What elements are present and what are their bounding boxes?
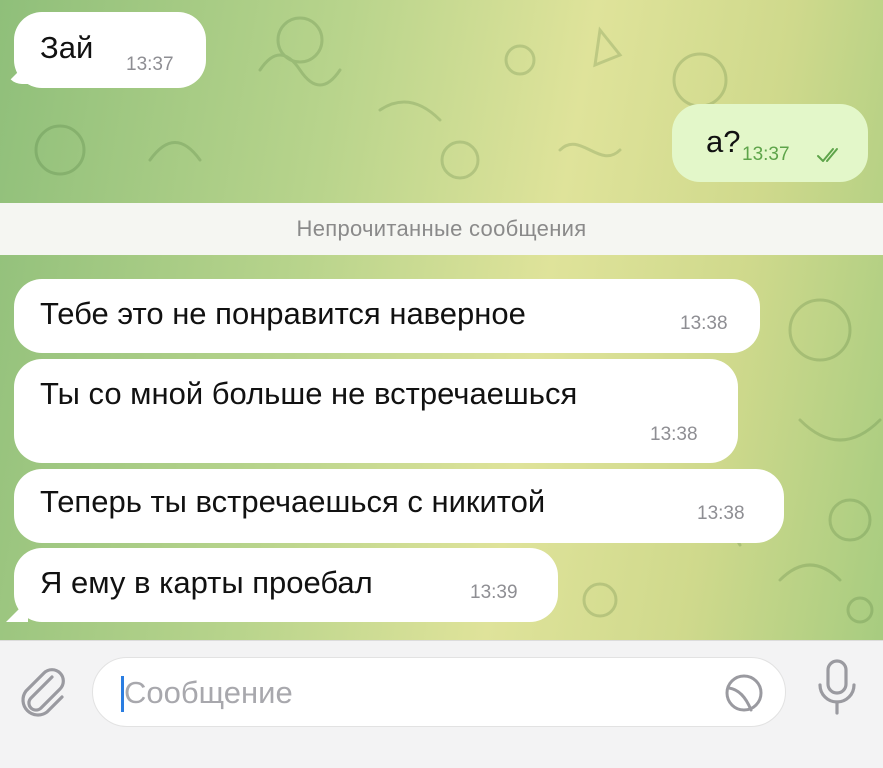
paperclip-icon bbox=[21, 668, 65, 717]
message-time: 13:38 bbox=[650, 424, 698, 445]
message-time: 13:37 bbox=[742, 144, 790, 165]
message-text: Теперь ты встречаешься с никитой bbox=[40, 484, 546, 519]
message-text: Тебе это не понравится наверное bbox=[40, 296, 526, 331]
message-text: Ты со мной больше не встречаешься bbox=[40, 376, 578, 411]
message-input[interactable] bbox=[124, 668, 684, 718]
message-bubble-incoming[interactable]: Теперь ты встречаешься с никитой 13:38 bbox=[14, 469, 784, 543]
microphone-icon bbox=[818, 659, 856, 715]
voice-message-button[interactable] bbox=[812, 657, 862, 719]
message-time: 13:38 bbox=[680, 313, 728, 334]
sticker-button[interactable] bbox=[721, 670, 767, 716]
message-bubble-outgoing[interactable]: а? 13:37 bbox=[672, 104, 868, 182]
message-bubble-incoming[interactable]: Ты со мной больше не встречаешься 13:38 bbox=[14, 359, 738, 463]
unread-divider-label: Непрочитанные сообщения bbox=[296, 216, 587, 241]
message-time: 13:37 bbox=[126, 54, 174, 75]
chat-background: Зай 13:37 а? 13:37 Тебе это не понравитс… bbox=[0, 0, 883, 640]
attach-button[interactable] bbox=[14, 663, 70, 719]
message-bubble-incoming[interactable]: Зай 13:37 bbox=[14, 12, 206, 88]
read-checkmarks-icon bbox=[817, 148, 838, 162]
bottom-safe-area bbox=[0, 742, 883, 768]
message-time: 13:38 bbox=[697, 503, 745, 524]
message-time: 13:39 bbox=[470, 582, 518, 603]
message-input-container[interactable] bbox=[92, 657, 786, 727]
message-bubble-incoming[interactable]: Тебе это не понравится наверное 13:38 bbox=[14, 279, 760, 353]
message-text: Зай bbox=[40, 30, 94, 65]
message-text: а? bbox=[706, 124, 741, 159]
unread-messages-divider: Непрочитанные сообщения bbox=[0, 203, 883, 255]
message-text: Я ему в карты проебал bbox=[40, 565, 373, 600]
message-bubble-incoming[interactable]: Я ему в карты проебал 13:39 bbox=[14, 548, 558, 622]
sticker-icon bbox=[725, 674, 763, 712]
